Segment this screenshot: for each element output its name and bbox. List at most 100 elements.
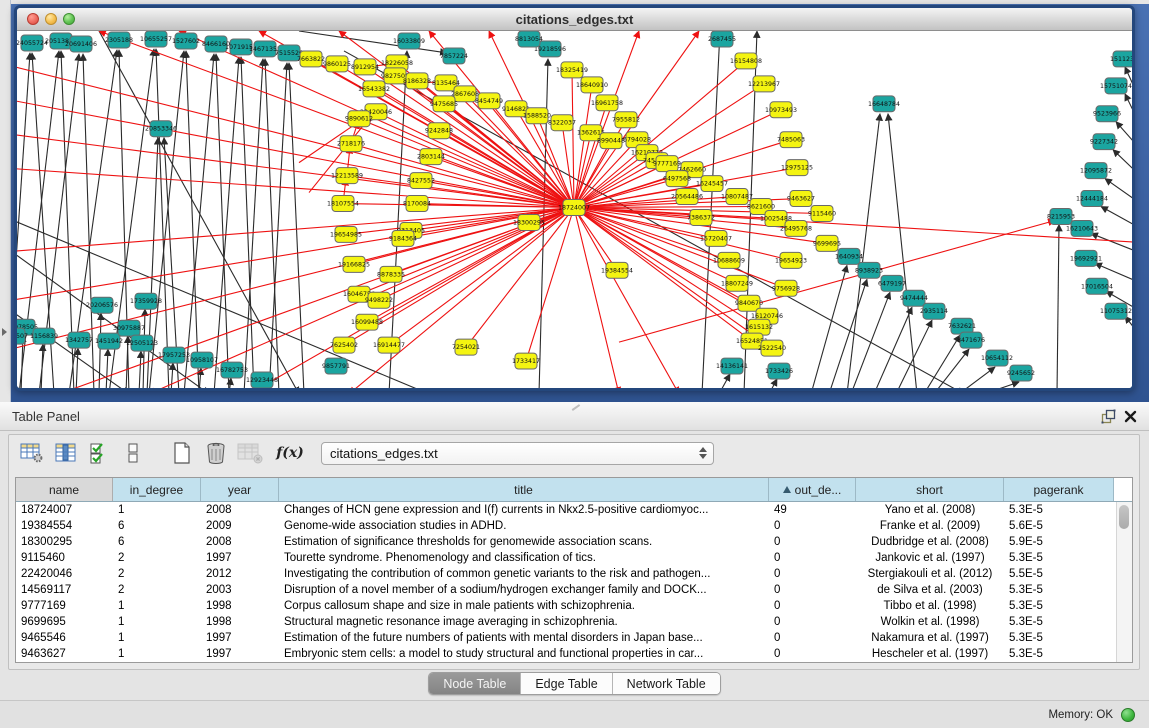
graph-node[interactable]: 9498222 (365, 292, 393, 308)
delete-list-icon[interactable] (201, 440, 231, 466)
graph-node[interactable]: 8454749 (475, 93, 503, 109)
graph-node[interactable]: 9463627 (787, 191, 815, 207)
graph-node[interactable]: 12505123 (126, 335, 158, 351)
graph-node[interactable]: 19654923 (775, 252, 807, 268)
graph-node[interactable]: 18325419 (556, 62, 588, 78)
table-body[interactable]: 1872400712008Changes of HCN gene express… (16, 502, 1132, 662)
graph-node[interactable]: 19654985 (330, 226, 362, 242)
table-row[interactable]: 969969511998Structural magnetic resonanc… (16, 614, 1132, 630)
close-window-button[interactable] (27, 13, 39, 25)
select-all-icon[interactable] (85, 440, 115, 466)
column-header-pagerank[interactable]: pagerank (1004, 478, 1114, 501)
table-panel-titlebar[interactable]: Table Panel (0, 402, 1149, 431)
table-header-row[interactable]: namein_degreeyeartitleout_de...shortpage… (16, 478, 1132, 502)
graph-node[interactable]: 19384554 (601, 262, 633, 278)
graph-node[interactable]: 9184364 (389, 230, 417, 246)
graph-node[interactable]: 8878335 (377, 266, 405, 282)
tab-node-table[interactable]: Node Table (429, 673, 521, 694)
graph-node[interactable]: 12213589 (331, 168, 363, 184)
graph-node[interactable]: 16245457 (696, 176, 728, 192)
graph-node[interactable]: 8813054 (515, 31, 543, 47)
graph-node[interactable]: 15720407 (700, 230, 732, 246)
attribute-table[interactable]: namein_degreeyeartitleout_de...shortpage… (15, 477, 1133, 663)
close-panel-icon[interactable] (1119, 406, 1141, 426)
table-row[interactable]: 1830029562008Estimation of significance … (16, 534, 1132, 550)
graph-node[interactable]: 12213967 (748, 76, 780, 92)
graph-node[interactable]: 26495768 (780, 220, 812, 236)
graph-node[interactable]: 12923448 (246, 372, 278, 388)
graph-node[interactable]: 12444184 (1076, 191, 1108, 207)
graph-node[interactable]: 1588520 (523, 108, 551, 124)
graph-node[interactable]: 16914477 (373, 337, 405, 353)
graph-node[interactable]: 20206576 (86, 297, 118, 313)
graph-node[interactable]: 8938923 (855, 262, 883, 278)
graph-node[interactable]: 1733426 (765, 363, 793, 379)
graph-node[interactable]: 9115460 (808, 206, 836, 222)
graph-node[interactable]: 7955812 (612, 112, 640, 128)
graph-node[interactable]: 7386372 (687, 210, 715, 226)
graph-node[interactable]: 14136141 (716, 358, 748, 374)
graph-node[interactable]: 8322037 (548, 115, 576, 131)
function-builder-icon[interactable]: f(x) (275, 440, 305, 466)
graph-node[interactable]: 2935114 (920, 303, 948, 319)
column-header-name[interactable]: name (16, 478, 113, 501)
graph-node[interactable]: 9756928 (772, 280, 800, 296)
graph-node[interactable]: 18107554 (327, 196, 359, 212)
show-columns-icon[interactable] (51, 440, 81, 466)
network-view-window[interactable]: citations_edges.txt 18724007240557242051… (14, 5, 1135, 391)
graph-node[interactable]: 9475685 (430, 96, 458, 112)
graph-node[interactable]: 24055724 (17, 35, 48, 51)
table-row[interactable]: 1872400712008Changes of HCN gene express… (16, 502, 1132, 518)
table-row[interactable]: 977716911998Corpus callosum shape and si… (16, 598, 1132, 614)
graph-node[interactable]: 9523966 (1093, 106, 1121, 122)
graph-node[interactable]: 8427552 (407, 173, 435, 189)
tab-network-table[interactable]: Network Table (613, 673, 720, 694)
graph-node[interactable]: 16033809 (393, 33, 425, 49)
network-window-titlebar[interactable]: citations_edges.txt (17, 8, 1132, 31)
graph-node[interactable]: 7254021 (452, 339, 480, 355)
graph-node[interactable]: 17016504 (1081, 278, 1113, 294)
table-row[interactable]: 1938455462009Genome-wide association stu… (16, 518, 1132, 534)
graph-node[interactable]: 7857224 (440, 48, 468, 64)
graph-node[interactable]: 20853346 (145, 121, 177, 137)
graph-node[interactable]: 19166825 (338, 256, 370, 272)
graph-node[interactable]: 8170084 (403, 196, 431, 212)
graph-node[interactable]: 20691406 (65, 36, 97, 52)
new-table-icon[interactable] (167, 440, 197, 466)
graph-node[interactable]: 18807249 (721, 275, 753, 291)
graph-node[interactable]: 7625402 (330, 337, 358, 353)
graph-node[interactable]: 10654112 (981, 350, 1013, 366)
scrollbar-thumb[interactable] (1119, 505, 1129, 529)
graph-node[interactable]: 1733417 (512, 353, 540, 369)
table-row[interactable]: 946362711997Embryonic stem cells: a mode… (16, 646, 1132, 662)
graph-node[interactable]: 16961758 (591, 95, 623, 111)
west-panel-expand-arrow[interactable] (2, 328, 7, 336)
graph-node[interactable]: 12095872 (1080, 163, 1112, 179)
graph-node[interactable]: 9242848 (425, 123, 453, 139)
graph-node[interactable]: 10973493 (765, 102, 797, 118)
column-header-out_de[interactable]: out_de... (769, 478, 856, 501)
tab-edge-table[interactable]: Edge Table (521, 673, 612, 694)
graph-node[interactable]: 1511234 (1110, 51, 1132, 67)
graph-node[interactable]: 20564486 (671, 189, 703, 205)
graph-node[interactable]: 18640910 (576, 77, 608, 93)
graph-node[interactable]: 16210643 (1066, 220, 1098, 236)
graph-node[interactable]: 16543382 (358, 81, 390, 97)
graph-node[interactable]: 18300295 (513, 214, 545, 230)
table-options-icon[interactable] (17, 440, 47, 466)
table-vertical-scrollbar[interactable] (1116, 502, 1132, 662)
graph-node[interactable]: 10807487 (721, 189, 753, 205)
graph-node[interactable]: 30975887 (113, 320, 145, 336)
graph-node[interactable]: 10655257 (140, 31, 172, 47)
graph-node[interactable]: 10688609 (713, 252, 745, 268)
table-row[interactable]: 2242004622012Investigating the contribut… (16, 566, 1132, 582)
column-header-title[interactable]: title (279, 478, 769, 501)
table-selector-dropdown[interactable]: citations_edges.txt (321, 442, 714, 465)
graph-node[interactable]: 16154808 (730, 53, 762, 69)
zoom-window-button[interactable] (63, 13, 75, 25)
minimize-window-button[interactable] (45, 13, 57, 25)
table-row[interactable]: 946554611997Estimation of the future num… (16, 630, 1132, 646)
graph-node[interactable]: 9777169 (653, 156, 681, 172)
graph-node[interactable]: 1342757 (65, 332, 93, 348)
graph-node[interactable]: 18724007 (558, 200, 590, 216)
